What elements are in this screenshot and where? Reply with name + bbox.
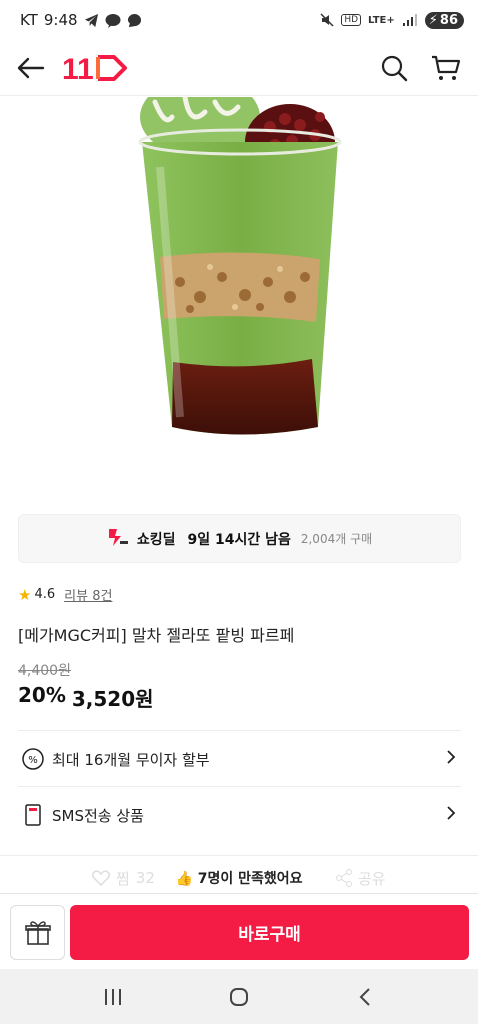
- logo-text: 11: [62, 53, 94, 83]
- status-bar: KT 9:48 HD LTE+ ⚡ 86: [0, 0, 478, 40]
- deal-sold-count: 2,004개 구매: [300, 532, 373, 546]
- back-button[interactable]: [16, 53, 46, 83]
- 11st-logo[interactable]: 11: [62, 53, 128, 83]
- product-image[interactable]: [0, 97, 478, 500]
- percent-icon: %: [22, 748, 44, 770]
- sms-icon: [22, 804, 44, 826]
- original-price: 4,400원: [18, 663, 71, 679]
- app-header: 11: [0, 40, 478, 96]
- rating-row: ★ 4.6 리뷰 8건: [18, 585, 112, 605]
- satisfaction-badge: 👍 7명이 만족했어요: [0, 868, 478, 888]
- kakaotalk-icon: [105, 13, 121, 28]
- purchase-bar: 바로구매: [0, 893, 478, 969]
- satisfaction-label: 7명이 만족했어요: [197, 871, 303, 887]
- product-title: [메가MGC커피] 말차 젤라또 팥빙 파르페: [18, 626, 295, 645]
- system-back-button[interactable]: [345, 977, 385, 1017]
- deal-label: 쇼킹딜: [136, 531, 176, 548]
- sale-price-row: 20% 3,520원: [18, 683, 154, 712]
- sms-row[interactable]: SMS전송 상품: [0, 787, 478, 843]
- status-left: KT 9:48: [20, 11, 142, 29]
- header-actions: [378, 52, 462, 84]
- share-icon: [336, 869, 352, 887]
- network-label: LTE+: [368, 14, 395, 26]
- signal-icon: [402, 13, 418, 27]
- buy-now-button[interactable]: 바로구매: [70, 905, 469, 960]
- home-icon: [230, 987, 248, 1006]
- battery-indicator: ⚡ 86: [424, 11, 464, 29]
- chat-icon: [127, 13, 142, 28]
- svg-text:%: %: [28, 755, 38, 766]
- cart-button[interactable]: [430, 52, 462, 84]
- installment-label: 최대 16개월 무이자 할부: [52, 750, 210, 769]
- share-button[interactable]: 공유: [336, 868, 386, 889]
- cart-icon: [432, 55, 461, 80]
- clock: 9:48: [43, 11, 78, 29]
- shocking-deal-banner[interactable]: 쇼킹딜 9일 14시간 남음 2,004개 구매: [18, 514, 461, 563]
- discount-rate: 20%: [18, 683, 66, 707]
- search-icon: [381, 55, 408, 81]
- deal-time-left: 9일 14시간 남음: [187, 531, 291, 548]
- chevron-left-icon: [359, 987, 370, 1006]
- star-icon: ★: [18, 585, 32, 604]
- shocking-deal-icon: [107, 527, 129, 551]
- carrier-label: KT: [20, 11, 38, 29]
- chevron-right-icon: [446, 805, 456, 825]
- rating-value: 4.6: [34, 587, 56, 602]
- recent-apps-button[interactable]: [93, 977, 133, 1017]
- gift-button[interactable]: [10, 905, 65, 960]
- sale-price: 3,520원: [71, 687, 154, 711]
- battery-level: 86: [439, 12, 458, 28]
- installment-row[interactable]: % 최대 16개월 무이자 할부: [0, 731, 478, 787]
- telegram-icon: [84, 13, 99, 28]
- chevron-right-icon: [446, 749, 456, 769]
- back-arrow-icon: [17, 57, 45, 78]
- share-label: 공유: [358, 869, 386, 888]
- search-button[interactable]: [378, 52, 410, 84]
- thumbs-up-icon: 👍: [175, 871, 193, 887]
- charging-icon: ⚡: [428, 12, 438, 28]
- parfait-illustration: [138, 97, 342, 435]
- sms-label: SMS전송 상품: [52, 806, 144, 825]
- recent-apps-icon: [105, 988, 121, 1005]
- system-nav-bar: [0, 969, 478, 1024]
- review-link[interactable]: 리뷰 8건: [64, 585, 112, 604]
- hd-badge: HD: [341, 14, 362, 26]
- status-right: HD LTE+ ⚡ 86: [320, 11, 464, 29]
- mute-icon: [320, 13, 334, 27]
- gift-icon: [24, 920, 51, 945]
- home-button[interactable]: [219, 977, 259, 1017]
